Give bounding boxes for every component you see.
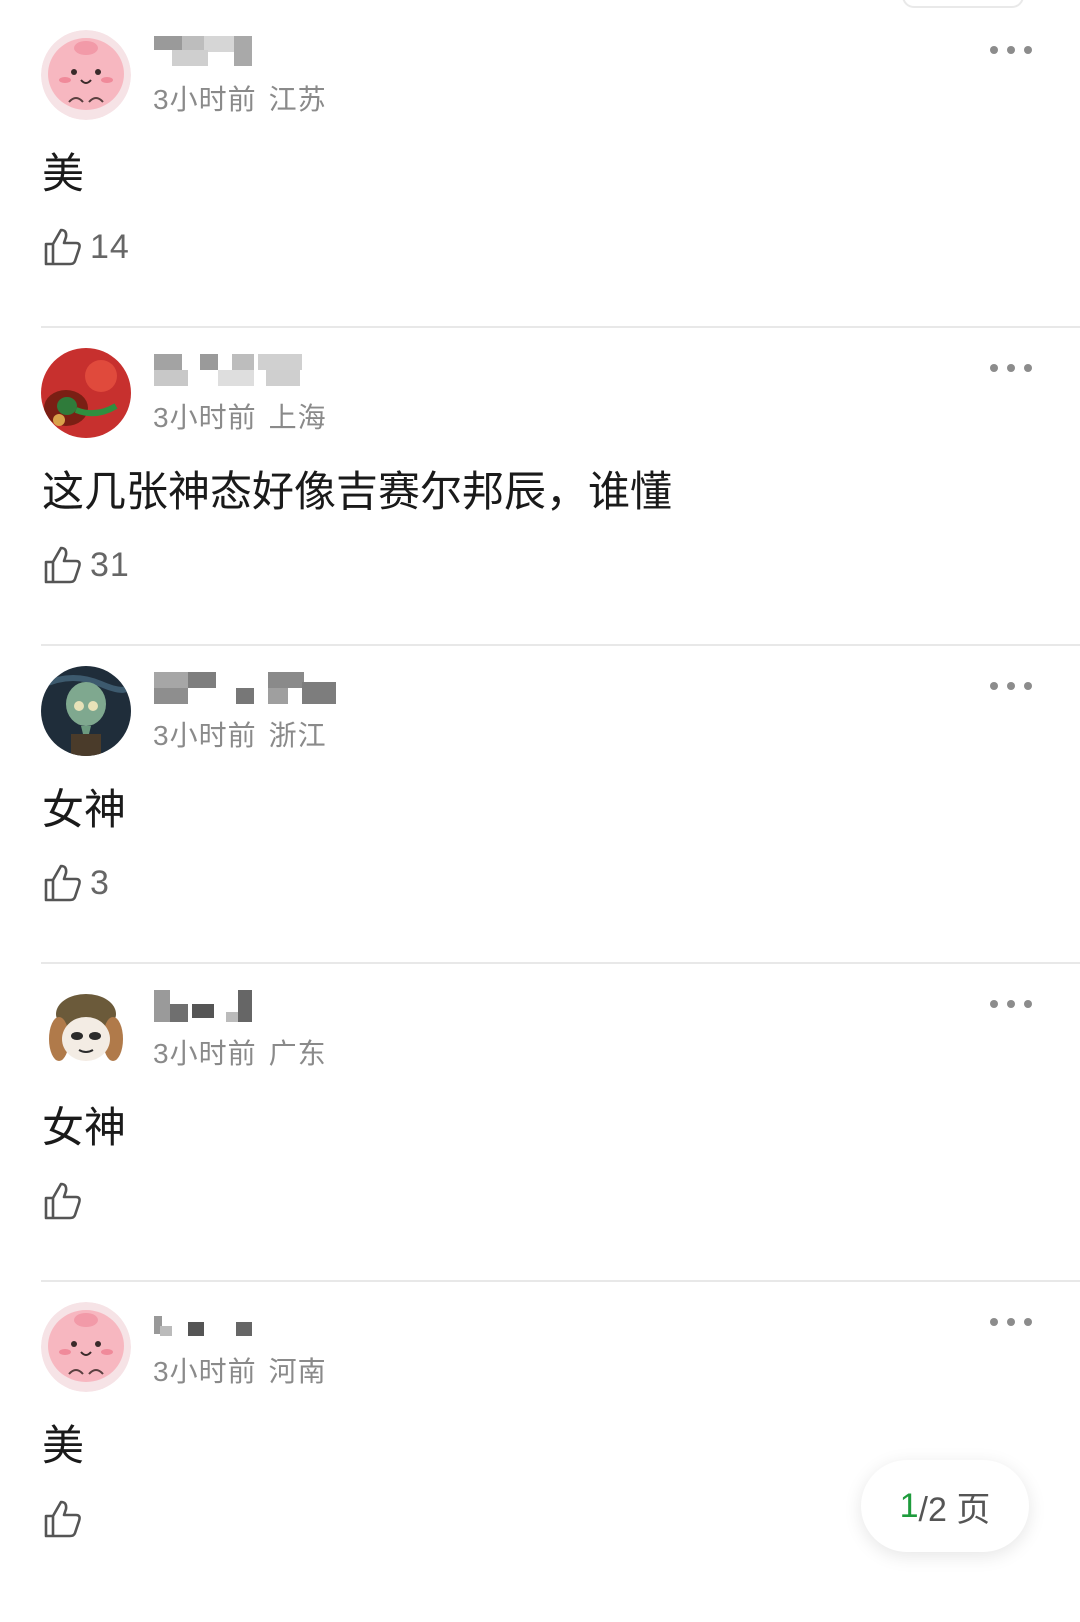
comment-location: 江苏: [268, 84, 327, 115]
squidward-painting-avatar-icon: [41, 666, 131, 756]
comment-time: 3小时前: [153, 720, 257, 751]
comment-item: 3小时前 浙江 女神 3: [0, 636, 1080, 964]
username-blurred[interactable]: [154, 1308, 354, 1340]
comment-time: 3小时前: [153, 1356, 257, 1387]
more-options-icon[interactable]: [990, 998, 1038, 1010]
comment-item: 3小时前 上海 这几张神态好像吉赛尔邦辰，谁懂 31: [0, 318, 1080, 646]
comment-location: 河南: [268, 1356, 327, 1387]
pink-bun-avatar-icon: [41, 1302, 131, 1392]
comment-meta: 3小时前 广东: [153, 1032, 327, 1072]
comment-location: 上海: [268, 402, 327, 433]
like-button[interactable]: 31: [40, 542, 130, 588]
like-button[interactable]: 3: [40, 860, 110, 906]
thumbs-up-icon: [44, 546, 81, 584]
comment-text: 美: [42, 150, 85, 197]
thumbs-up-icon: [44, 1182, 81, 1220]
pink-bun-avatar-icon: [41, 30, 131, 120]
thumbs-up-icon: [44, 1500, 81, 1538]
comment-location: 广东: [268, 1038, 327, 1069]
more-options-icon[interactable]: [990, 44, 1038, 56]
comment-text: 女神: [42, 1104, 127, 1151]
avatar[interactable]: [41, 984, 131, 1074]
comment-time: 3小时前: [153, 1038, 257, 1069]
comment-meta: 3小时前 上海: [153, 396, 327, 436]
like-button[interactable]: [40, 1178, 90, 1224]
username-blurred[interactable]: [154, 990, 354, 1022]
username-blurred[interactable]: [154, 36, 354, 68]
avatar[interactable]: [41, 30, 131, 120]
like-button[interactable]: 14: [40, 224, 130, 270]
more-options-icon[interactable]: [990, 680, 1038, 692]
comment-text: 这几张神态好像吉赛尔邦辰，谁懂: [42, 468, 673, 515]
more-options-icon[interactable]: [990, 362, 1038, 374]
like-button[interactable]: [40, 1496, 90, 1542]
comment-text: 美: [42, 1422, 85, 1469]
comment-item: 3小时前 广东 女神: [0, 954, 1080, 1282]
comment-time: 3小时前: [153, 402, 257, 433]
like-count: 31: [90, 545, 130, 584]
like-count: 3: [90, 863, 110, 902]
avatar[interactable]: [41, 666, 131, 756]
page-indicator-button[interactable]: 1/2 页: [861, 1460, 1029, 1552]
comment-meta: 3小时前 江苏: [153, 78, 327, 118]
comment-location: 浙江: [268, 720, 327, 751]
thumbs-up-icon: [44, 228, 81, 266]
thumbs-up-icon: [44, 864, 81, 902]
comment-meta: 3小时前 浙江: [153, 714, 327, 754]
page-current: 1: [899, 1486, 919, 1525]
page-total: /2 页: [918, 1490, 991, 1529]
username-blurred[interactable]: [154, 672, 354, 704]
red-photo-avatar-icon: [41, 348, 131, 438]
avatar[interactable]: [41, 348, 131, 438]
username-blurred[interactable]: [154, 354, 354, 386]
avatar[interactable]: [41, 1302, 131, 1392]
like-count: 14: [90, 227, 130, 266]
comment-time: 3小时前: [153, 84, 257, 115]
comment-meta: 3小时前 河南: [153, 1350, 327, 1390]
comment-item: 3小时前 江苏 美 14: [0, 0, 1080, 328]
anime-dog-boy-avatar-icon: [41, 984, 131, 1074]
more-options-icon[interactable]: [990, 1316, 1038, 1328]
comment-text: 女神: [42, 786, 127, 833]
